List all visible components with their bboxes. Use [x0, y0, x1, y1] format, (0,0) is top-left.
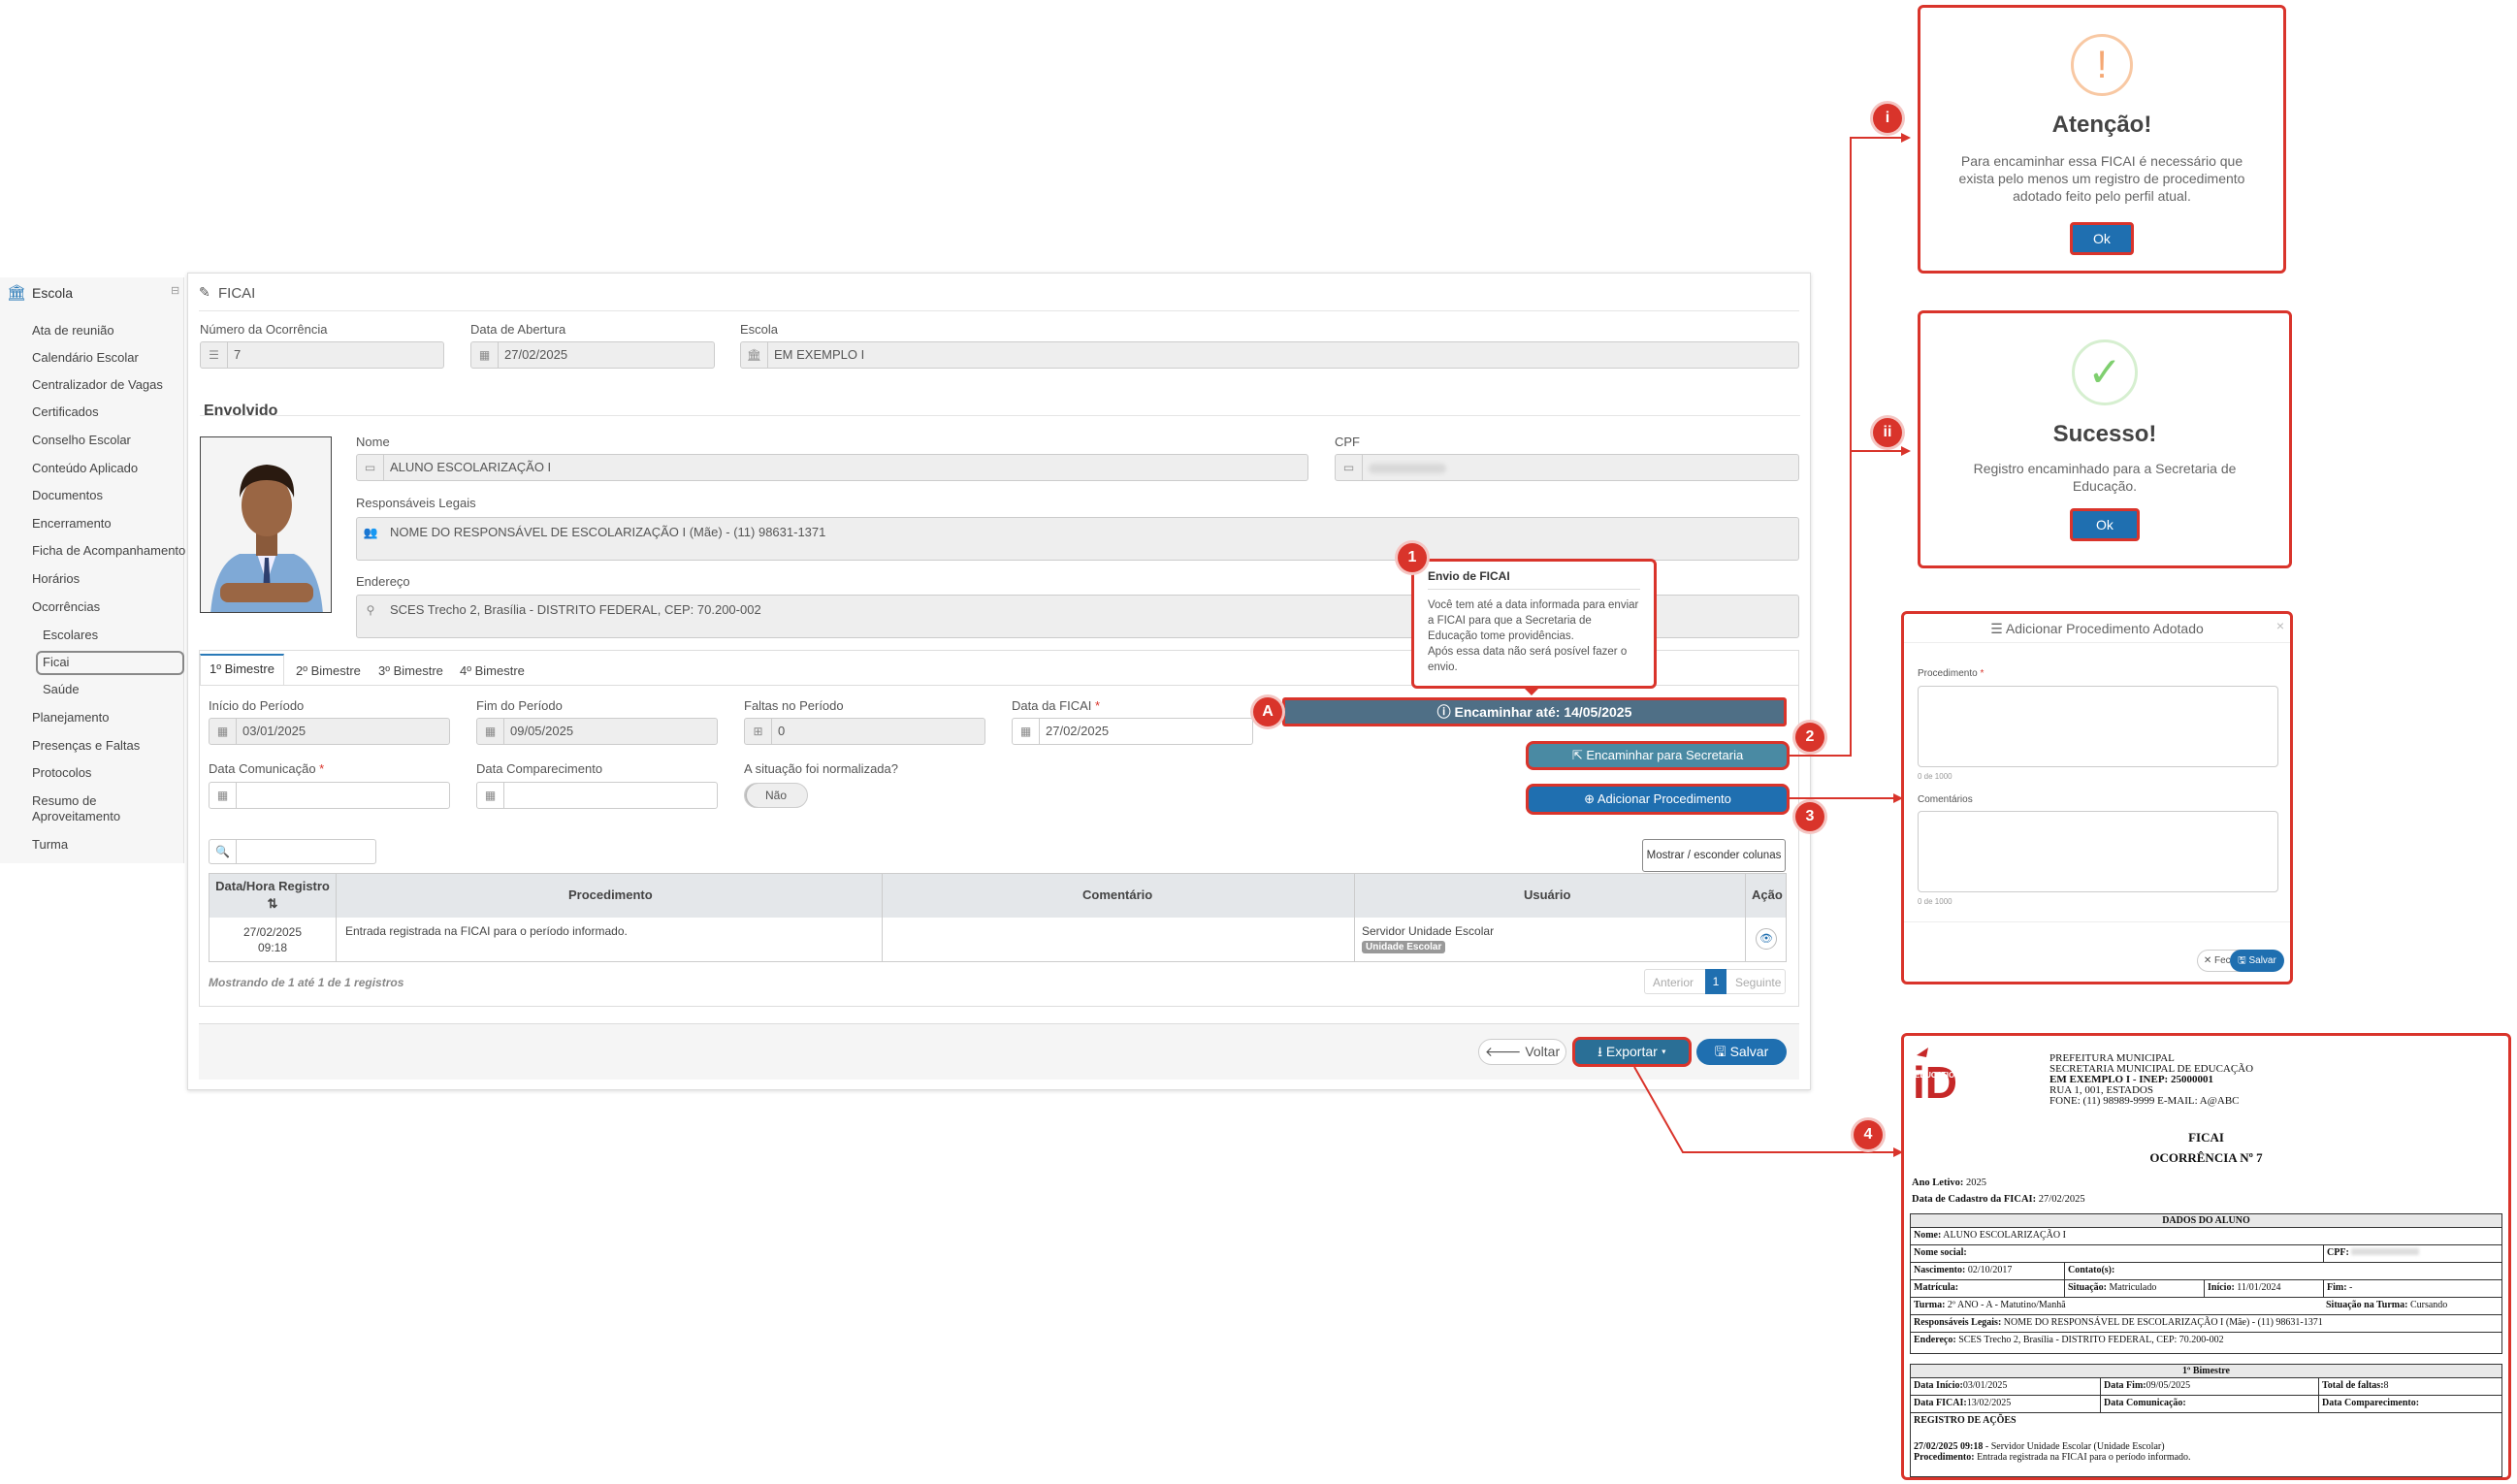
check-icon: ✓: [2072, 339, 2138, 405]
alert-ok-button[interactable]: Ok: [2070, 508, 2140, 541]
warning-icon: !: [2071, 34, 2133, 96]
marker-ii: ii: [1873, 418, 1902, 447]
list-icon: ☰: [1990, 621, 2006, 636]
report-title: FICAI: [2188, 1130, 2224, 1145]
report-period-table: 1º Bimestre Data Início:03/01/2025 Data F…: [1910, 1364, 2502, 1477]
marker-4: 4: [1854, 1120, 1883, 1149]
alert-text: Registro encaminhado para a Secretaria d…: [1973, 461, 2237, 494]
modal-header: ☰ Adicionar Procedimento Adotado: [1904, 614, 2290, 643]
marker-i: i: [1873, 104, 1902, 133]
alert-text: Para encaminhar essa FICAI é necessário …: [1958, 153, 2245, 204]
modal-divider: [1904, 921, 2290, 922]
svg-text:iD: iD: [1913, 1057, 1957, 1102]
report-sub: OCORRÊNCIA Nº 7: [2149, 1150, 2263, 1165]
com-textarea[interactable]: [1918, 811, 2278, 892]
modal-salvar-button[interactable]: 🖫 Salvar: [2230, 950, 2284, 972]
marker-a: A: [1253, 697, 1282, 726]
proc-textarea[interactable]: [1918, 686, 2278, 767]
report-student-table: DADOS DO ALUNO Nome: ALUNO ESCOLARIZAÇÃO…: [1910, 1213, 2502, 1354]
report-header: PREFEITURA MUNICIPAL SECRETARIA MUNICIPA…: [2049, 1052, 2254, 1107]
alert-title: Sucesso!: [2052, 421, 2157, 447]
com-label: Comentários: [1918, 794, 1973, 805]
marker-1: 1: [1398, 543, 1427, 572]
proc-label: Procedimento *: [1918, 668, 1985, 679]
alert-sucesso: ✓ Sucesso! Registro encaminhado para a S…: [1918, 310, 2292, 568]
report-logo: iD EDUCATION: [1911, 1044, 1979, 1108]
marker-3: 3: [1795, 802, 1824, 831]
marker-2: 2: [1795, 723, 1824, 752]
modal-close-icon[interactable]: ×: [2276, 618, 2284, 633]
com-count: 0 de 1000: [1918, 897, 1952, 906]
modal-adicionar-procedimento: ☰ Adicionar Procedimento Adotado × Proce…: [1901, 611, 2293, 984]
alert-title: Atenção!: [2051, 112, 2152, 138]
alert-ok-button[interactable]: Ok: [2070, 222, 2134, 255]
report-preview: iD EDUCATION PREFEITURA MUNICIPAL SECRET…: [1901, 1033, 2511, 1480]
alert-atencao: ! Atenção! Para encaminhar essa FICAI é …: [1918, 5, 2286, 274]
proc-count: 0 de 1000: [1918, 772, 1952, 781]
